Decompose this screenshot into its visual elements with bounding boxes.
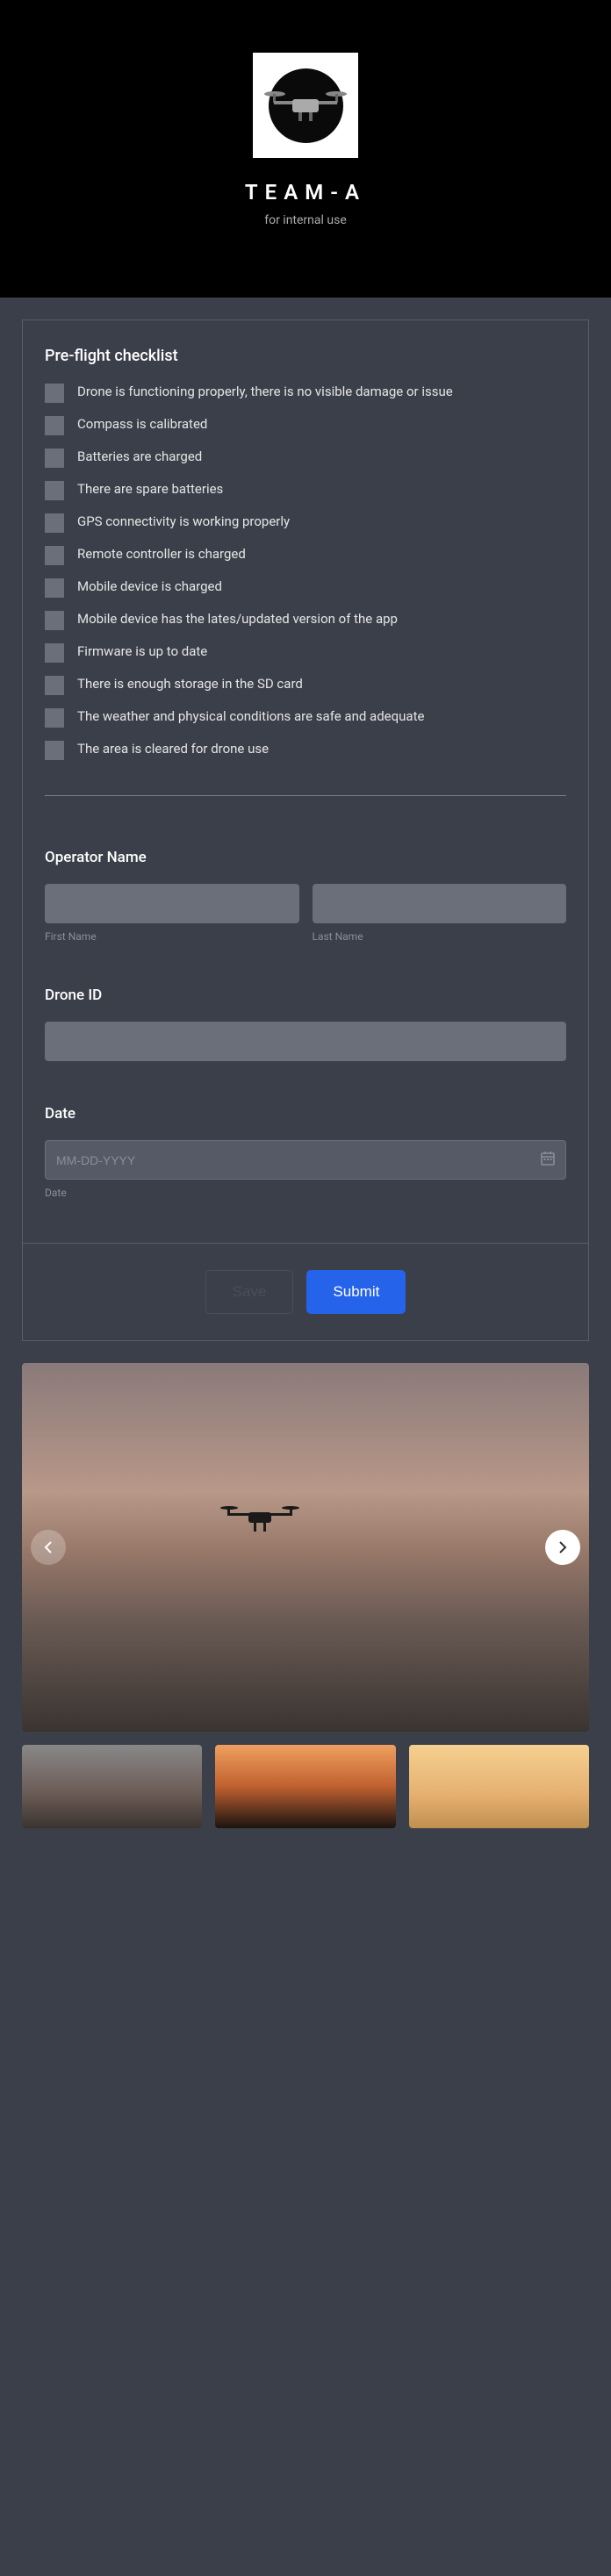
first-name-input[interactable] bbox=[45, 884, 299, 923]
check-item-10: The weather and physical conditions are … bbox=[45, 707, 566, 728]
check-label-6: Mobile device is charged bbox=[77, 578, 222, 596]
check-item-9: There is enough storage in the SD card bbox=[45, 675, 566, 695]
gallery-next-button[interactable] bbox=[545, 1530, 580, 1565]
date-label: Date bbox=[45, 1105, 566, 1123]
drone-id-input[interactable] bbox=[45, 1022, 566, 1061]
chevron-right-icon bbox=[558, 1540, 567, 1554]
check-label-9: There is enough storage in the SD card bbox=[77, 675, 303, 693]
subtitle: for internal use bbox=[0, 213, 611, 227]
checkbox-1[interactable] bbox=[45, 416, 64, 435]
checkbox-11[interactable] bbox=[45, 741, 64, 760]
check-label-5: Remote controller is charged bbox=[77, 545, 246, 563]
check-item-1: Compass is calibrated bbox=[45, 415, 566, 435]
check-label-3: There are spare batteries bbox=[77, 480, 223, 499]
drone-silhouette-icon bbox=[220, 1503, 299, 1534]
checkbox-3[interactable] bbox=[45, 481, 64, 500]
checkbox-6[interactable] bbox=[45, 578, 64, 598]
gallery-thumb-1[interactable] bbox=[22, 1745, 202, 1828]
check-item-7: Mobile device has the lates/updated vers… bbox=[45, 610, 566, 630]
checklist: Drone is functioning properly, there is … bbox=[45, 383, 566, 760]
check-item-5: Remote controller is charged bbox=[45, 545, 566, 565]
last-name-input[interactable] bbox=[313, 884, 567, 923]
chevron-left-icon bbox=[44, 1540, 53, 1554]
check-item-11: The area is cleared for drone use bbox=[45, 740, 566, 760]
drone-id-label: Drone ID bbox=[45, 987, 566, 1004]
check-item-4: GPS connectivity is working properly bbox=[45, 513, 566, 533]
checkbox-5[interactable] bbox=[45, 546, 64, 565]
form-panel: Pre-flight checklist Drone is functionin… bbox=[22, 319, 589, 1341]
check-label-11: The area is cleared for drone use bbox=[77, 740, 269, 758]
check-label-0: Drone is functioning properly, there is … bbox=[77, 383, 453, 401]
check-item-3: There are spare batteries bbox=[45, 480, 566, 500]
operator-label: Operator Name bbox=[45, 849, 566, 866]
gallery bbox=[0, 1363, 611, 1850]
checkbox-0[interactable] bbox=[45, 384, 64, 403]
date-sublabel: Date bbox=[45, 1187, 566, 1199]
checkbox-4[interactable] bbox=[45, 513, 64, 533]
first-name-sublabel: First Name bbox=[45, 930, 299, 943]
check-label-7: Mobile device has the lates/updated vers… bbox=[77, 610, 398, 628]
checkbox-10[interactable] bbox=[45, 708, 64, 728]
check-item-6: Mobile device is charged bbox=[45, 578, 566, 598]
check-item-8: Firmware is up to date bbox=[45, 642, 566, 663]
divider bbox=[45, 795, 566, 796]
check-item-0: Drone is functioning properly, there is … bbox=[45, 383, 566, 403]
checkbox-9[interactable] bbox=[45, 676, 64, 695]
team-title: TEAM-A bbox=[0, 180, 611, 205]
check-item-2: Batteries are charged bbox=[45, 448, 566, 468]
calendar-icon[interactable] bbox=[540, 1151, 556, 1170]
app-header: TEAM-A for internal use bbox=[0, 0, 611, 298]
hero-image bbox=[22, 1363, 589, 1732]
checkbox-7[interactable] bbox=[45, 611, 64, 630]
check-label-1: Compass is calibrated bbox=[77, 415, 207, 434]
save-button[interactable]: Save bbox=[205, 1270, 294, 1314]
last-name-sublabel: Last Name bbox=[313, 930, 567, 943]
check-label-2: Batteries are charged bbox=[77, 448, 202, 466]
checkbox-2[interactable] bbox=[45, 448, 64, 468]
date-input[interactable] bbox=[45, 1140, 566, 1180]
logo bbox=[253, 53, 358, 158]
gallery-thumb-2[interactable] bbox=[215, 1745, 395, 1828]
submit-button[interactable]: Submit bbox=[306, 1270, 406, 1314]
checkbox-8[interactable] bbox=[45, 643, 64, 663]
actions-bar: Save Submit bbox=[23, 1243, 588, 1340]
gallery-prev-button[interactable] bbox=[31, 1530, 66, 1565]
check-label-8: Firmware is up to date bbox=[77, 642, 207, 661]
check-label-4: GPS connectivity is working properly bbox=[77, 513, 290, 531]
gallery-thumb-3[interactable] bbox=[409, 1745, 589, 1828]
drone-icon bbox=[262, 83, 349, 127]
check-label-10: The weather and physical conditions are … bbox=[77, 707, 424, 726]
checklist-title: Pre-flight checklist bbox=[45, 347, 566, 365]
